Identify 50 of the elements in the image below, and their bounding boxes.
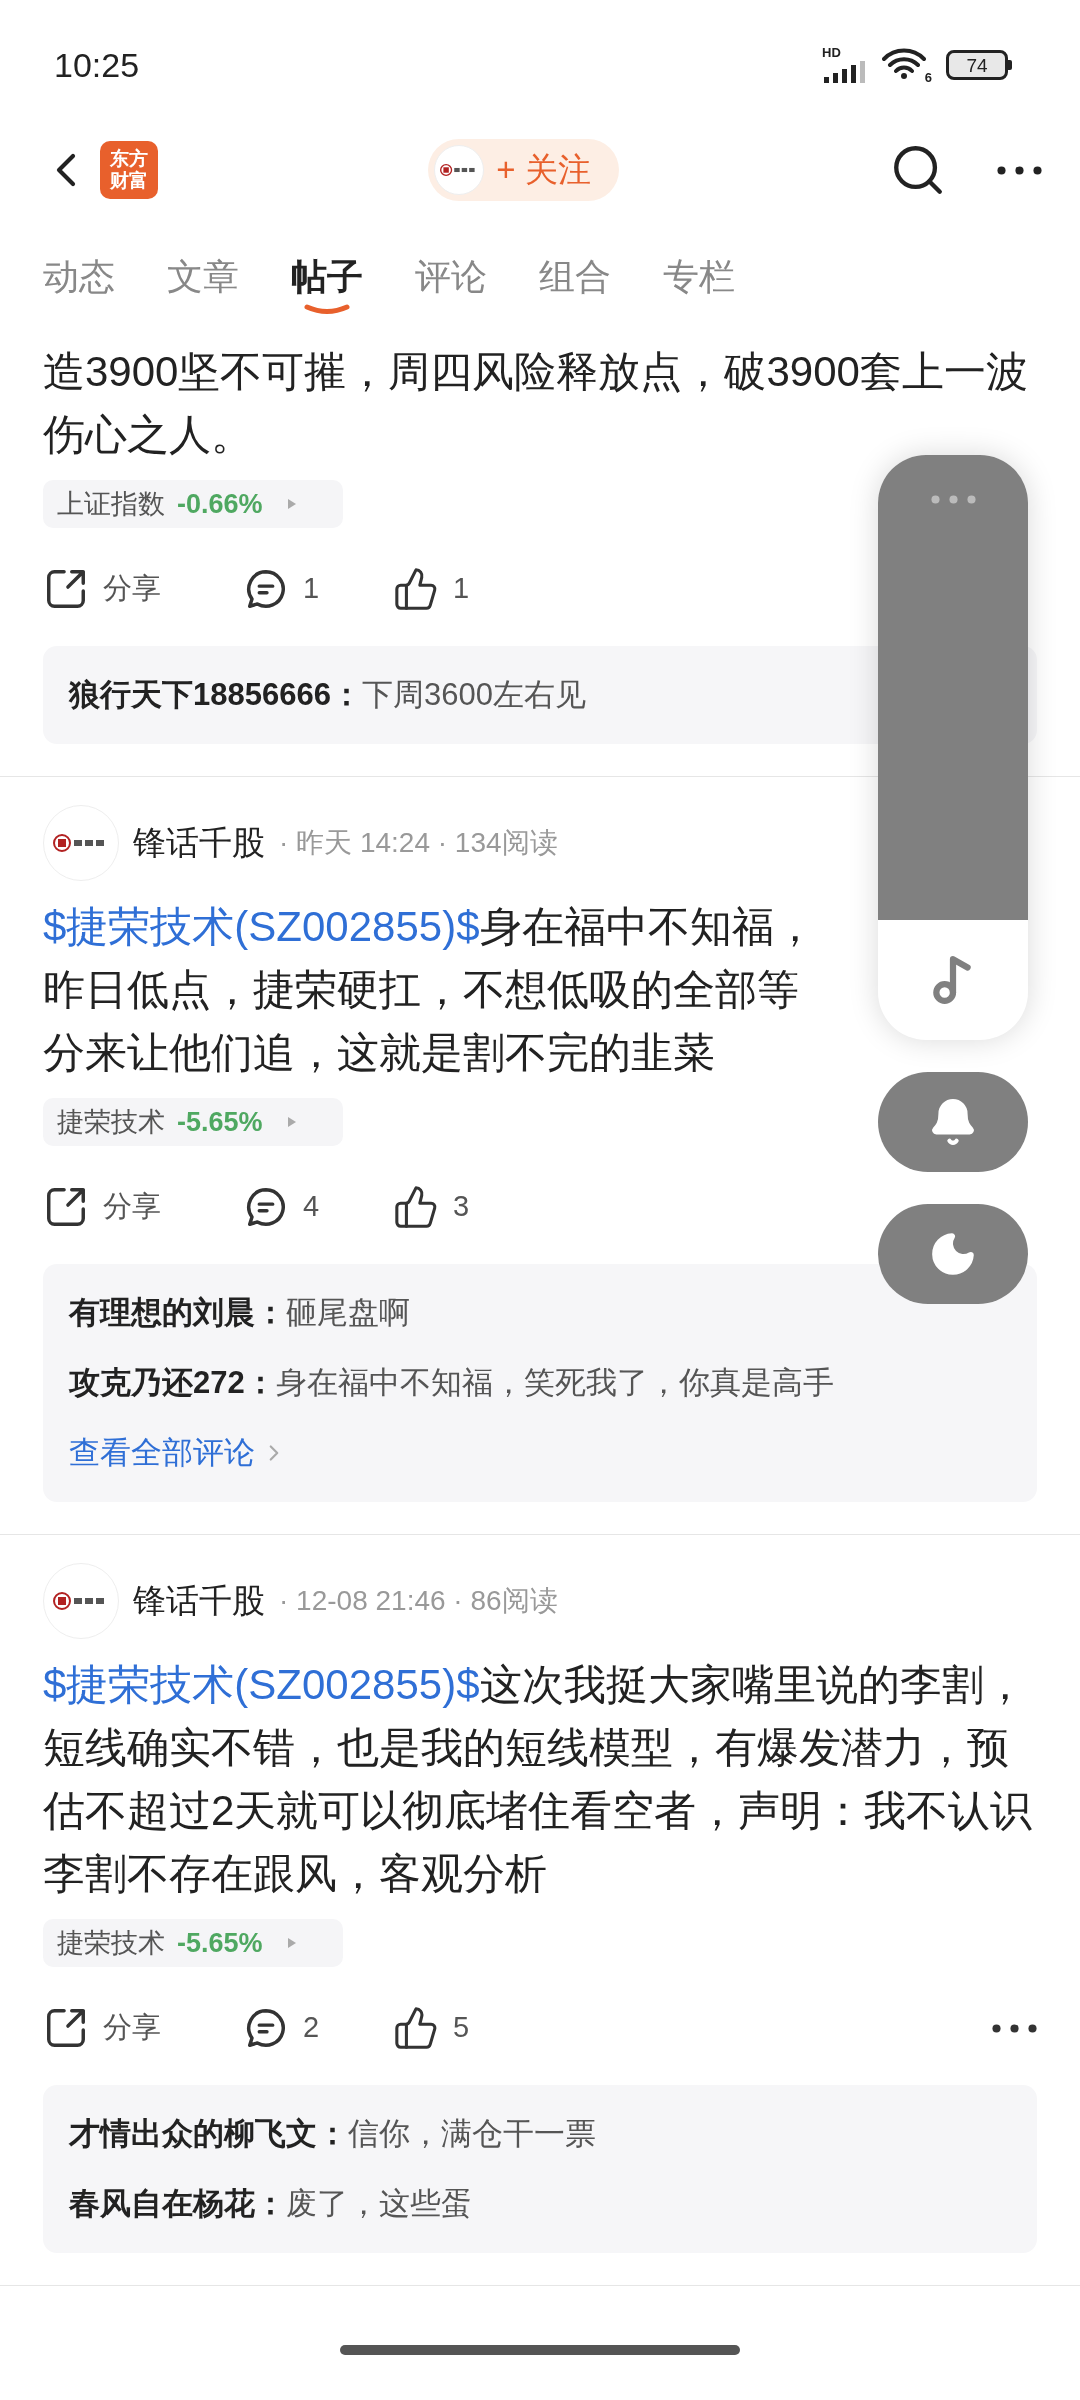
app-logo: 东方 财富 (100, 141, 158, 199)
tab[interactable]: 文章 (167, 250, 239, 304)
thumbs-up-icon (393, 2005, 439, 2051)
comment-text: 攻克乃还272：身在福中不知福，笑死我了，你真是高手 (69, 1363, 834, 1402)
avatar-icon[interactable] (434, 145, 485, 195)
comment-text: 狼行天下18856666：下周3600左右见 (69, 675, 586, 714)
post-meta: · 12-08 21:46 · 86阅读 (279, 1584, 558, 1618)
more-icon[interactable] (992, 2023, 1037, 2033)
stock-tag[interactable]: 捷荣技术 -5.65% (43, 1098, 343, 1146)
comment-button[interactable]: 2 (243, 2005, 393, 2051)
comment-text: 春风自在杨花：废了，这些蛋 (69, 2184, 472, 2223)
triangle-icon (286, 498, 297, 510)
stock-link[interactable]: $捷荣技术(SZ002855)$ (43, 903, 480, 950)
share-button[interactable]: 分享 (43, 566, 243, 612)
post-body: $捷荣技术(SZ002855)$身在福中不知福，昨日低点，捷荣硬扛，不想低吸的全部等分来让他们追，这就是割不完的韭菜 (43, 902, 817, 1078)
share-button[interactable]: 分享 (43, 1184, 243, 1230)
author-name[interactable]: 锋话千股 (133, 1576, 265, 1626)
network-label: HD (822, 44, 841, 62)
author-name[interactable]: 锋话千股 (133, 818, 265, 868)
battery-icon: 74 (946, 50, 1008, 80)
post-body: $捷荣技术(SZ002855)$这次我挺大家嘴里说的李割，短线确实不错，也是我的短线模型，有爆发潜力，预估不超过2天就可以彻底堵住看空者，声明：我不认识李割不存在跟风，客观分析 (43, 1660, 1034, 1899)
stock-link[interactable]: $捷荣技术(SZ002855)$ (43, 1661, 480, 1708)
comment-button[interactable]: 4 (243, 1184, 393, 1230)
status-time: 10:25 (54, 44, 140, 86)
tab[interactable]: 评论 (415, 250, 487, 304)
tab[interactable]: 组合 (539, 250, 611, 304)
view-all-comments-link[interactable]: 查看全部评论 (69, 1429, 255, 1477)
share-button[interactable]: 分享 (43, 2005, 243, 2051)
comment-text: 有理想的刘晨：砸尾盘啊 (69, 1293, 410, 1332)
stock-tag[interactable]: 上证指数 -0.66% (43, 480, 343, 528)
tab[interactable]: 专栏 (663, 250, 735, 304)
like-button[interactable]: 5 (393, 2005, 470, 2051)
post-body: 造3900坚不可摧，周四风险释放点，破3900套上一波伤心之人。 (43, 347, 1029, 460)
comment-button[interactable]: 1 (243, 566, 393, 612)
wifi-label: 6 (924, 68, 932, 87)
post-meta: · 昨天 14:24 · 134阅读 (279, 826, 558, 860)
tab-indicator (304, 304, 350, 316)
tab[interactable]: 动态 (43, 250, 115, 304)
stock-tag[interactable]: 捷荣技术 -5.65% (43, 1919, 343, 1967)
like-button[interactable]: 3 (393, 1184, 470, 1230)
comment-text: 才情出众的柳飞文：信你，满仓干一票 (69, 2114, 596, 2153)
signal-icon (822, 61, 866, 83)
wifi-icon (882, 47, 926, 79)
triangle-icon (286, 1116, 297, 1128)
thumbs-up-icon (393, 566, 439, 612)
tab[interactable]: 帖子 (291, 250, 363, 304)
thumbs-up-icon (393, 1184, 439, 1230)
like-button[interactable]: 1 (393, 566, 470, 612)
more-icon[interactable] (997, 165, 1042, 175)
triangle-icon (286, 1937, 297, 1949)
